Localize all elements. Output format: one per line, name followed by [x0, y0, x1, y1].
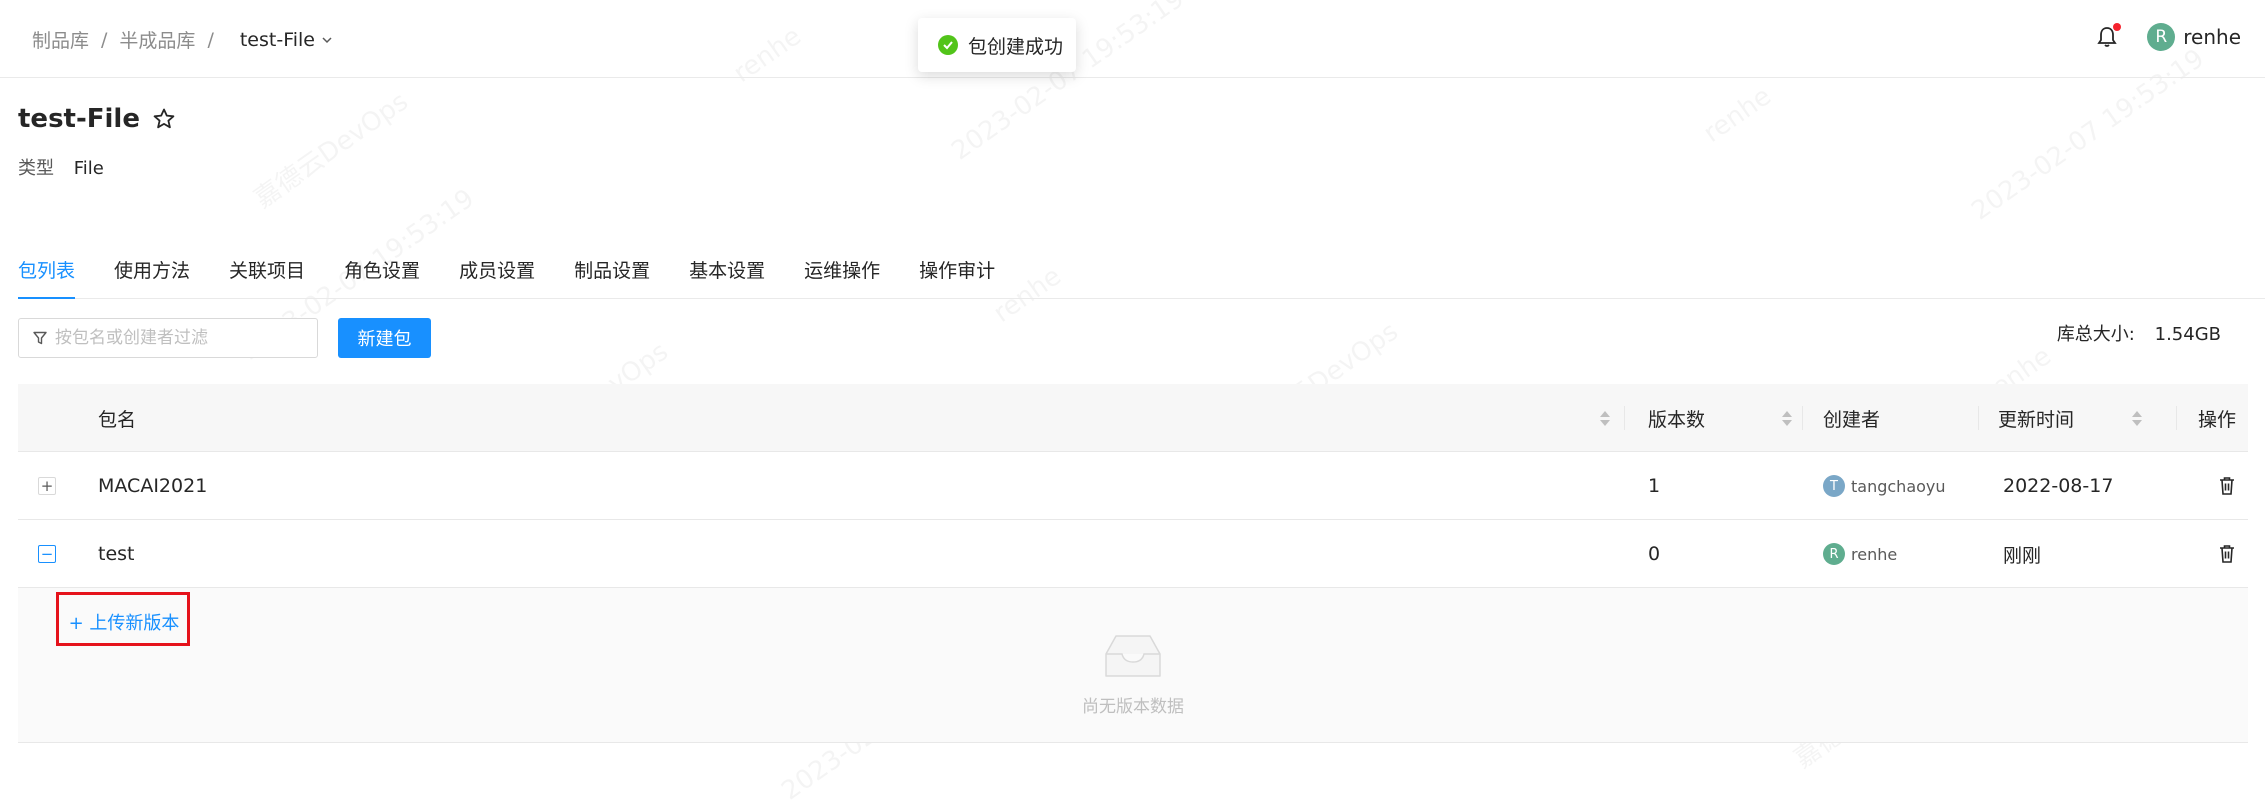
- watermark-text: renhe: [1698, 81, 1777, 149]
- tabs-divider: [18, 298, 2265, 299]
- column-header-actions-label: 操作: [2198, 408, 2237, 431]
- avatar: R: [1823, 543, 1845, 565]
- repo-type-value: File: [73, 158, 104, 179]
- success-toast: 包创建成功: [918, 18, 1076, 72]
- delete-button[interactable]: [2218, 452, 2236, 520]
- sort-icon: [1600, 410, 1610, 426]
- expanded-row-content: + 上传新版本 尚无版本数据: [18, 588, 2248, 743]
- column-header-updated[interactable]: 更新时间: [1998, 384, 2148, 452]
- expand-row-button[interactable]: +: [38, 477, 56, 495]
- package-table: 包名 版本数 创建者 更新时间 操作 + MACAI2021 1 T tangc…: [18, 384, 2248, 743]
- page-title: test-File: [18, 104, 176, 134]
- tab-ops[interactable]: 运维操作: [804, 256, 880, 298]
- column-header-name: 包名: [98, 384, 136, 452]
- column-header-creator-label: 创建者: [1823, 408, 1881, 431]
- sort-name-control[interactable]: [1588, 384, 1610, 452]
- watermark-text: 嘉德云DevOps: [246, 82, 415, 216]
- check-circle-icon: [938, 35, 958, 55]
- tab-role-settings[interactable]: 角色设置: [344, 256, 420, 298]
- chevron-down-icon: [322, 36, 332, 43]
- repo-type-label: 类型: [18, 158, 54, 179]
- user-name: renhe: [2183, 25, 2241, 49]
- creator-name: renhe: [1851, 544, 1898, 564]
- delete-button[interactable]: [2218, 520, 2236, 588]
- star-icon[interactable]: [152, 107, 176, 131]
- filter-icon: [33, 331, 47, 345]
- column-header-versions[interactable]: 版本数: [1648, 384, 1798, 452]
- tab-basic-settings[interactable]: 基本设置: [689, 256, 765, 298]
- tab-linked-projects[interactable]: 关联项目: [229, 256, 305, 298]
- column-divider: [1978, 406, 1979, 430]
- empty-state-text: 尚无版本数据: [1082, 697, 1184, 717]
- top-bar: 制品库 / 半成品库 / test-File R renhe: [0, 0, 2265, 78]
- row-expander-cell: −: [38, 520, 56, 588]
- avatar: T: [1823, 475, 1845, 497]
- creator-cell: R renhe: [1823, 520, 1897, 588]
- version-count: 1: [1648, 475, 1661, 497]
- updated-time: 刚刚: [2003, 544, 2042, 567]
- sort-icon: [1782, 410, 1792, 426]
- breadcrumb-separator: /: [207, 28, 214, 51]
- column-divider: [1624, 406, 1625, 430]
- upload-highlight-box: + 上传新版本: [56, 592, 190, 646]
- table-header: 包名 版本数 创建者 更新时间 操作: [18, 384, 2248, 452]
- repo-title: test-File: [18, 104, 140, 134]
- toast-message: 包创建成功: [968, 35, 1064, 58]
- column-header-updated-label: 更新时间: [1998, 408, 2075, 431]
- table-row: + MACAI2021 1 T tangchaoyu 2022-08-17: [18, 452, 2248, 520]
- repo-size-info: 库总大小: 1.54GB: [2057, 320, 2221, 346]
- version-count: 0: [1648, 543, 1661, 565]
- notification-dot: [2113, 23, 2122, 31]
- user-menu[interactable]: R renhe: [2147, 23, 2241, 51]
- column-divider: [2176, 406, 2177, 430]
- creator-name: tangchaoyu: [1851, 476, 1946, 496]
- column-header-name-label: 包名: [98, 408, 137, 431]
- package-name[interactable]: MACAI2021: [98, 452, 207, 520]
- creator-cell: T tangchaoyu: [1823, 452, 1946, 520]
- top-right-controls: R renhe: [2093, 20, 2241, 54]
- breadcrumb-repo-switcher[interactable]: test-File: [240, 29, 333, 51]
- tab-bar: 包列表 使用方法 关联项目 角色设置 成员设置 制品设置 基本设置 运维操作 操…: [18, 256, 1034, 299]
- tab-package-list[interactable]: 包列表: [18, 256, 76, 299]
- tab-audit[interactable]: 操作审计: [919, 256, 995, 298]
- tab-artifact-settings[interactable]: 制品设置: [574, 256, 650, 298]
- column-header-versions-label: 版本数: [1648, 408, 1706, 431]
- avatar: R: [2147, 23, 2176, 51]
- column-header-creator: 创建者: [1823, 384, 1880, 452]
- row-expander-cell: +: [38, 452, 56, 520]
- package-name[interactable]: test: [98, 520, 135, 588]
- table-row: − test 0 R renhe 刚刚: [18, 520, 2248, 588]
- tab-usage[interactable]: 使用方法: [114, 256, 190, 298]
- empty-state: 尚无版本数据: [1073, 632, 1193, 717]
- breadcrumb-current-label: test-File: [239, 28, 315, 51]
- repo-size-label: 库总大小:: [2056, 324, 2135, 345]
- column-divider: [1802, 406, 1803, 430]
- repo-size-value: 1.54GB: [2154, 324, 2221, 345]
- new-package-button[interactable]: 新建包: [338, 318, 431, 358]
- filter-field[interactable]: [18, 318, 318, 358]
- tab-member-settings[interactable]: 成员设置: [459, 256, 535, 298]
- trash-icon: [2220, 477, 2234, 495]
- collapse-row-button[interactable]: −: [38, 545, 56, 563]
- notification-bell-button[interactable]: [2093, 20, 2122, 54]
- updated-time: 2022-08-17: [2003, 475, 2114, 497]
- trash-icon: [2220, 545, 2234, 563]
- breadcrumb-separator: /: [101, 28, 108, 51]
- breadcrumb: 制品库 / 半成品库 / test-File: [32, 26, 333, 53]
- breadcrumb-item-semi-finished[interactable]: 半成品库: [119, 26, 195, 53]
- empty-inbox-icon: [1105, 635, 1161, 677]
- repo-type-line: 类型 File: [18, 154, 104, 180]
- upload-new-version-link[interactable]: + 上传新版本: [59, 609, 189, 635]
- breadcrumb-item-artifacts[interactable]: 制品库: [32, 26, 89, 53]
- sort-icon: [2132, 410, 2142, 426]
- filter-input[interactable]: [55, 328, 305, 348]
- column-header-actions: 操作: [2198, 384, 2236, 452]
